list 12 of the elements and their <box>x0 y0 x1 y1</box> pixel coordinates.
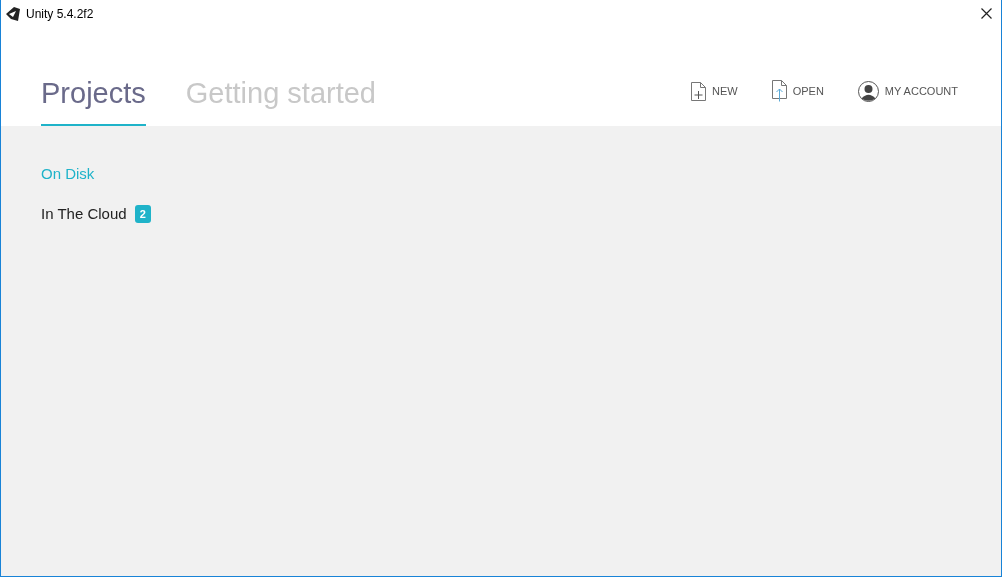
new-button[interactable]: NEW <box>691 81 738 101</box>
open-button[interactable]: OPEN <box>771 80 824 102</box>
sidebar-item[interactable]: In The Cloud 2 <box>41 202 151 225</box>
count-badge: 2 <box>134 204 151 223</box>
account-button[interactable]: MY ACCOUNT <box>857 80 958 102</box>
user-avatar-icon <box>857 80 879 102</box>
window-title: Unity 5.4.2f2 <box>26 5 94 23</box>
new-file-icon <box>691 81 706 101</box>
close-icon <box>980 8 992 19</box>
unity-logo-icon <box>5 5 21 22</box>
upload-file-icon <box>771 80 787 102</box>
tab[interactable]: Projects <box>41 79 146 126</box>
